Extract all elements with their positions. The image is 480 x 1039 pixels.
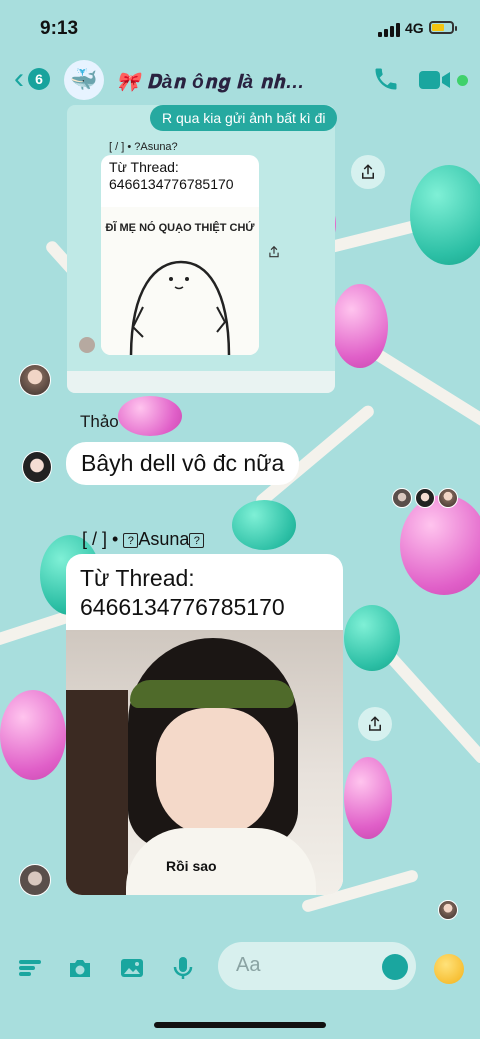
screenshot-bottom-bar bbox=[67, 371, 335, 393]
composer-bar: Aa bbox=[0, 940, 480, 996]
seen-avatar bbox=[438, 900, 458, 920]
camera-icon[interactable] bbox=[66, 954, 94, 982]
share-icon bbox=[369, 716, 381, 731]
home-indicator bbox=[154, 1022, 326, 1028]
meme-image: ĐĨ MẸ NÓ QUẠO THIỆT CHỨ bbox=[101, 207, 259, 355]
seen-avatar bbox=[438, 488, 458, 508]
post-thread-text: Từ Thread: 6466134776785170 bbox=[80, 565, 285, 620]
input-placeholder: Aa bbox=[236, 954, 261, 976]
chat-title[interactable]: 🎀 𝐃à𝐧 ô𝐧𝐠 𝐥à 𝐧𝐡… bbox=[116, 70, 305, 94]
emoji-picker-icon[interactable] bbox=[382, 954, 408, 980]
sender-avatar[interactable] bbox=[22, 451, 52, 483]
meme-caption: ĐĨ MẸ NÓ QUẠO THIỆT CHỨ bbox=[105, 222, 255, 234]
share-icon bbox=[269, 245, 279, 258]
phone-call-icon[interactable] bbox=[372, 64, 400, 94]
network-type: 4G bbox=[405, 20, 424, 36]
screenshot-thread-card: Từ Thread: 6466134776785170 ĐĨ MẸ NÓ QUẠ… bbox=[101, 155, 259, 355]
seen-avatar bbox=[392, 488, 412, 508]
online-status-dot bbox=[457, 75, 468, 86]
chat-header: ‹ 6 🐳 🎀 𝐃à𝐧 ô𝐧𝐠 𝐥à 𝐧𝐡… bbox=[0, 58, 480, 104]
chevron-left-icon: ‹ bbox=[14, 62, 24, 95]
avatar bbox=[79, 337, 95, 353]
back-button[interactable]: ‹ 6 bbox=[14, 64, 54, 96]
signal-icon bbox=[378, 23, 400, 37]
replied-message-bubble[interactable]: R qua kia gửi ảnh bất kì đi bbox=[150, 105, 338, 131]
unknown-glyph-icon: ? bbox=[123, 532, 139, 548]
share-button[interactable] bbox=[351, 155, 385, 189]
post-photo[interactable]: Rồi sao bbox=[66, 630, 343, 895]
shared-thread-post[interactable]: Từ Thread: 6466134776785170 Rồi sao bbox=[66, 554, 343, 895]
quick-reaction-emoji-icon[interactable] bbox=[434, 954, 464, 984]
sender-name: Thảo bbox=[80, 412, 119, 431]
battery-icon bbox=[429, 21, 457, 34]
message-bubble[interactable]: Bâyh dell vô đc nữa bbox=[66, 442, 300, 485]
share-icon bbox=[362, 164, 374, 179]
status-time: 9:13 bbox=[40, 18, 79, 39]
share-button[interactable] bbox=[358, 707, 392, 741]
sender-avatar[interactable] bbox=[19, 364, 51, 396]
microphone-icon[interactable] bbox=[169, 954, 197, 982]
image-gallery-icon[interactable] bbox=[118, 954, 146, 982]
seen-avatar bbox=[415, 488, 435, 508]
unread-count-badge: 6 bbox=[28, 68, 50, 90]
screenshot-meta: [ / ] • ?Asuna? bbox=[109, 141, 178, 153]
photo-caption: Rồi sao bbox=[166, 858, 217, 874]
menu-icon[interactable] bbox=[16, 954, 44, 982]
post-meta: [ / ] • ? Asuna? bbox=[82, 529, 205, 550]
video-call-icon[interactable] bbox=[418, 68, 452, 92]
whale-icon: 🐳 bbox=[70, 67, 98, 92]
unknown-glyph-icon: ? bbox=[189, 532, 205, 548]
status-bar: 9:13 4G bbox=[0, 0, 480, 58]
screenshot-thread-text: Từ Thread: 6466134776785170 bbox=[109, 159, 234, 192]
shared-screenshot-image[interactable]: [ / ] • ?Asuna? Từ Thread: 6466134776785… bbox=[67, 105, 335, 393]
group-avatar[interactable]: 🐳 bbox=[64, 60, 104, 100]
message-input[interactable]: Aa bbox=[218, 942, 416, 990]
sender-avatar[interactable] bbox=[19, 864, 51, 896]
